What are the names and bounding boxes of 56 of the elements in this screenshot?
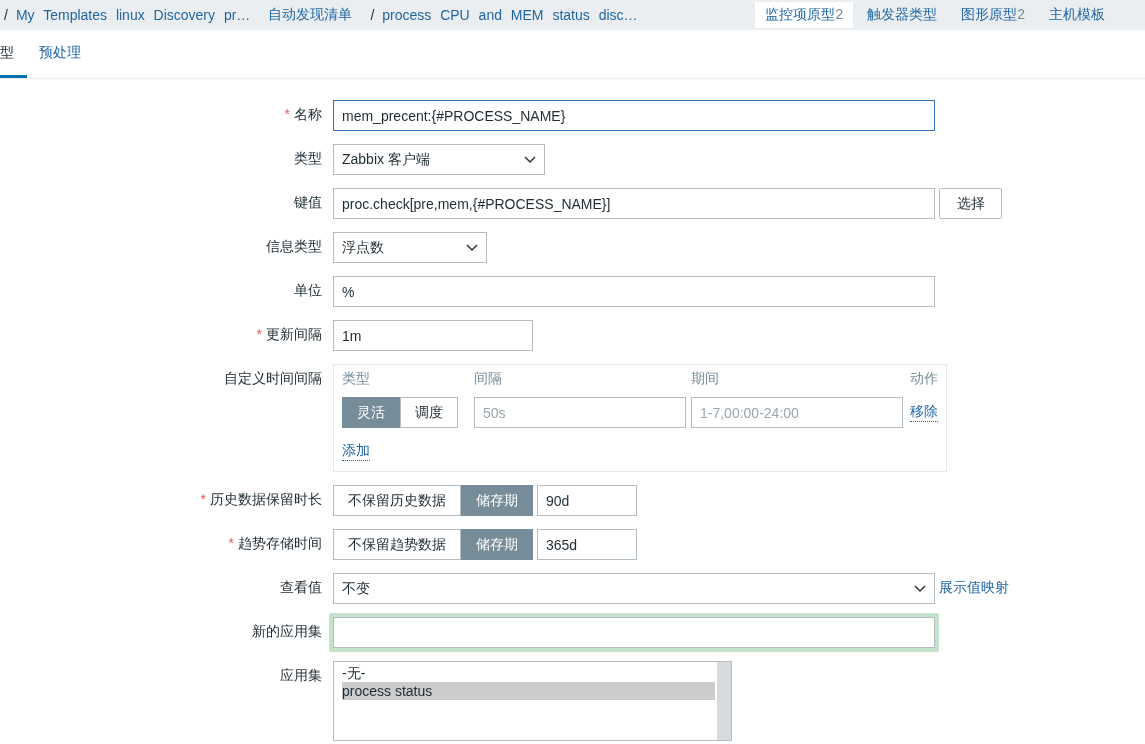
breadcrumb-separator: / <box>370 7 375 23</box>
column-header: 动作 <box>910 370 938 388</box>
text-field[interactable]: 90d <box>537 485 637 516</box>
field-label: 信息类型 <box>266 238 322 254</box>
list-option[interactable]: process status <box>342 682 715 700</box>
field-label: 应用集 <box>280 667 322 683</box>
column-header: 期间 <box>691 370 720 388</box>
dropdown[interactable]: 浮点数 <box>333 232 487 263</box>
dropdown[interactable]: 不变 <box>333 573 935 604</box>
period-field[interactable]: 1-7,00:00-24:00 <box>691 397 903 428</box>
field-label: 名称 <box>294 106 322 122</box>
breadcrumb-link[interactable]: process CPU and MEM status disc… <box>382 7 638 23</box>
field-label: 键值 <box>294 194 322 210</box>
field-label: 新的应用集 <box>252 623 322 639</box>
field-label: 自定义时间间隔 <box>224 370 322 386</box>
value-mapping-link[interactable]: 展示值映射 <box>939 579 1009 597</box>
required-mark: * <box>284 106 290 122</box>
field-label: 类型 <box>294 150 322 166</box>
text-field[interactable]: proc.check[pre,mem,{#PROCESS_NAME}] <box>333 188 935 219</box>
text-field[interactable]: 365d <box>537 529 637 560</box>
chevron-down-icon <box>466 243 478 252</box>
list-box[interactable]: -无- process status <box>333 661 732 741</box>
field-label: 查看值 <box>280 579 322 595</box>
add-link[interactable]: 添加 <box>342 442 370 461</box>
field-label: 更新间隔 <box>266 326 322 342</box>
nav-tab[interactable]: 触发器类型 <box>857 2 948 28</box>
remove-link[interactable]: 移除 <box>910 403 938 422</box>
form-tab[interactable]: 型 <box>0 30 27 78</box>
select-button[interactable]: 选择 <box>939 188 1002 219</box>
dropdown[interactable]: Zabbix 客户端 <box>333 144 545 175</box>
field-label: 历史数据保留时长 <box>210 491 322 507</box>
form-tab[interactable]: 预处理 <box>27 30 93 78</box>
breadcrumb-link[interactable]: My Templates linux Discovery pr… <box>15 7 251 23</box>
breadcrumb-link[interactable]: 自动发现清单 <box>268 6 353 24</box>
required-mark: * <box>200 491 206 507</box>
required-mark: * <box>228 535 234 551</box>
storage-toggle[interactable]: 不保留历史数据 <box>333 485 461 516</box>
breadcrumb-separator: / <box>4 7 8 23</box>
text-field[interactable]: 1m <box>333 320 533 351</box>
text-field[interactable]: % <box>333 276 935 307</box>
nav-tab[interactable]: 监控项原型2 <box>755 2 854 28</box>
field-label: 单位 <box>294 282 322 298</box>
required-mark: * <box>256 326 262 342</box>
column-header: 间隔 <box>474 370 503 388</box>
text-field[interactable] <box>333 617 935 648</box>
list-option[interactable]: -无- <box>342 664 715 682</box>
nav-tab[interactable]: 主机模板 <box>1039 2 1115 28</box>
field-label: 趋势存储时间 <box>238 535 322 551</box>
text-field[interactable]: mem_precent:{#PROCESS_NAME} <box>333 100 935 131</box>
nav-tab[interactable]: 图形原型2 <box>951 2 1035 28</box>
storage-toggle[interactable]: 不保留趋势数据 <box>333 529 461 560</box>
interval-field[interactable]: 50s <box>474 397 686 428</box>
chevron-down-icon <box>914 584 926 593</box>
column-header: 类型 <box>342 370 371 388</box>
mode-toggle[interactable]: 调度 <box>400 397 458 428</box>
chevron-down-icon <box>524 155 536 164</box>
